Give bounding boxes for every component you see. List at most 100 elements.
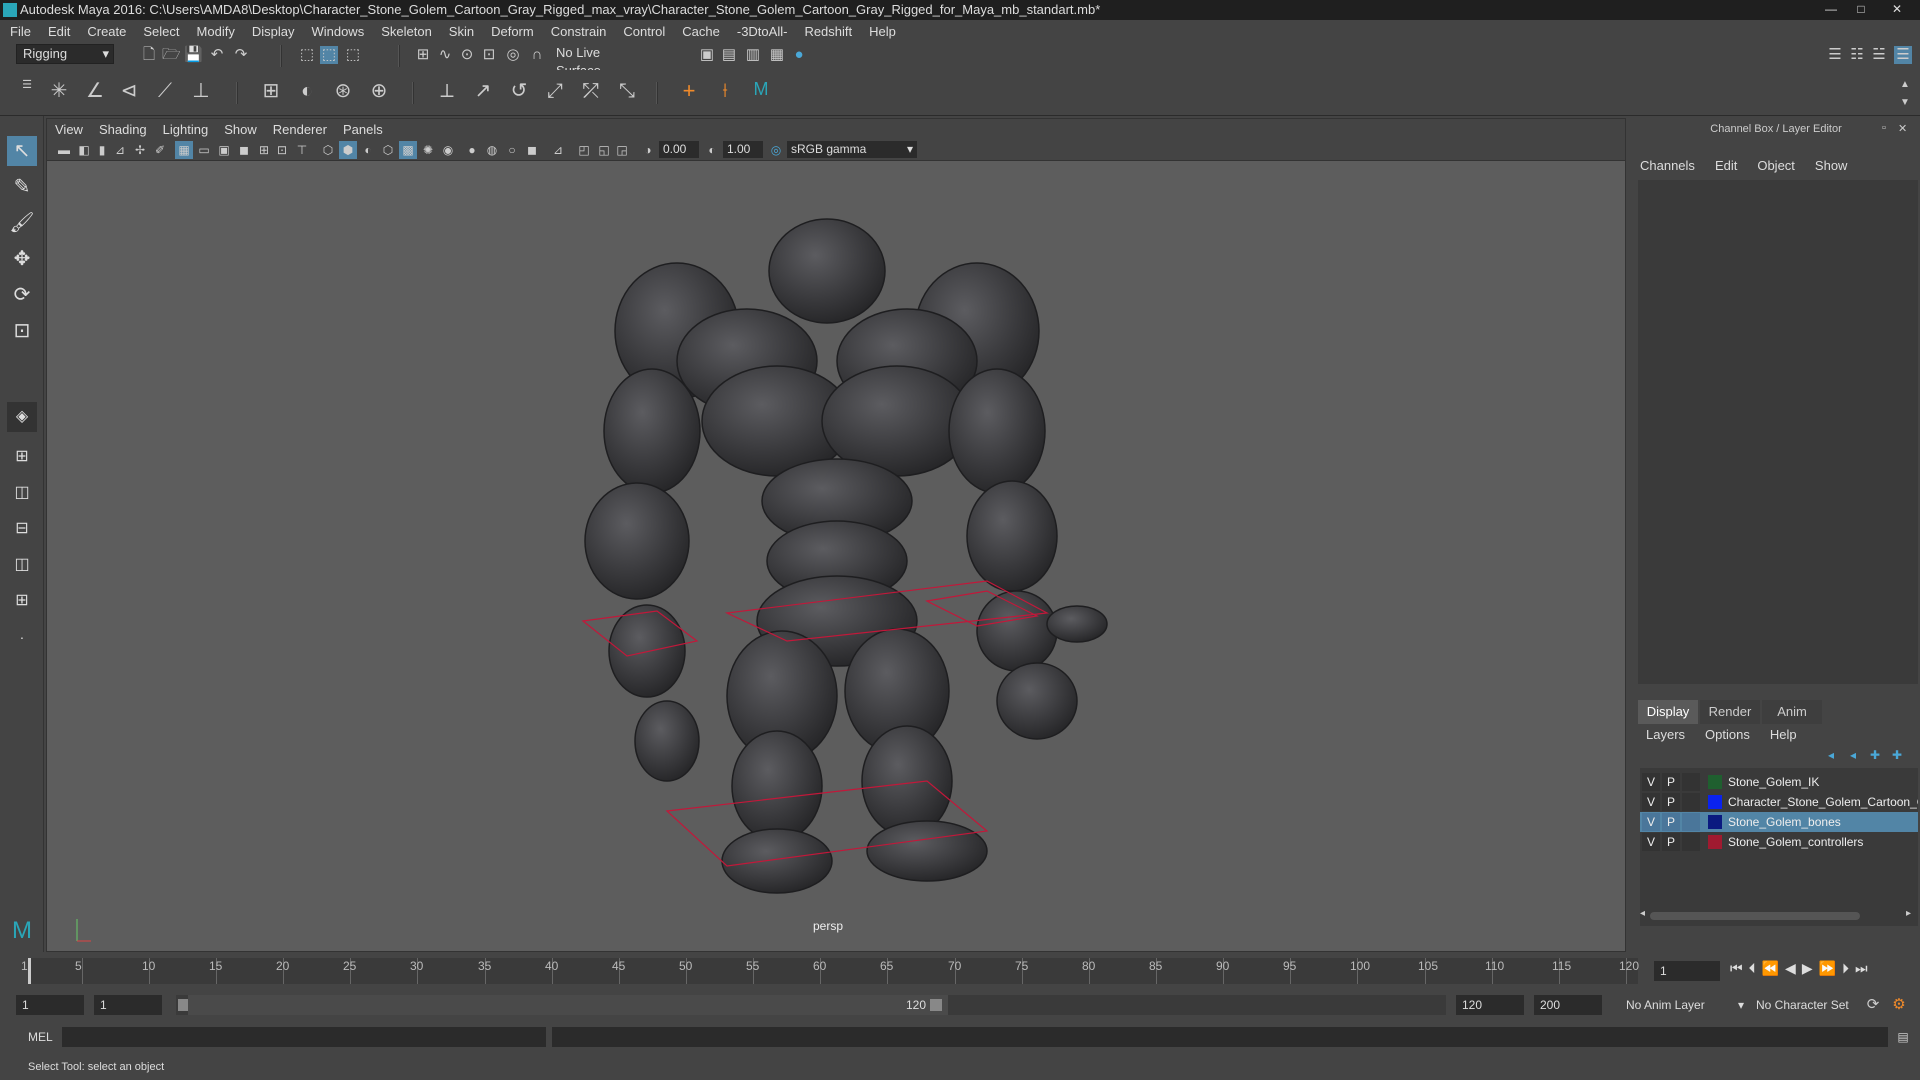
float-panel-icon[interactable]: ▫ <box>1882 122 1886 134</box>
scroll-down-icon[interactable]: ▼ <box>1896 94 1914 112</box>
cluster-icon[interactable]: ⊕ <box>370 81 388 101</box>
move-layer-up-icon[interactable]: ◂ <box>1822 746 1840 764</box>
layer-playback-toggle[interactable]: P <box>1662 813 1680 831</box>
bookmark-icon[interactable]: ▮ <box>93 141 111 159</box>
menu-help[interactable]: Help <box>869 24 896 39</box>
layer-list-scrollbar[interactable] <box>1650 912 1860 920</box>
select-object-icon[interactable]: ⬚ <box>320 46 338 64</box>
play-forward-icon[interactable]: ▶ <box>1802 960 1813 977</box>
scene-3d-view[interactable] <box>47 161 1625 951</box>
channel-menu-channels[interactable]: Channels <box>1640 158 1695 173</box>
viewport-menu-view[interactable]: View <box>55 122 83 137</box>
time-ruler[interactable]: 1 5 10 15 20 25 30 35 40 45 50 55 60 65 70 75 80 85 90 95 10… <box>21 958 1639 984</box>
go-to-end-icon[interactable]: ⏭ <box>1855 960 1868 977</box>
play-backward-icon[interactable]: ◀ <box>1785 960 1796 977</box>
layer-menu-options[interactable]: Options <box>1705 727 1750 742</box>
modeling-toolkit-toggle-icon[interactable]: ☱ <box>1870 46 1888 64</box>
wireframe-on-shaded-icon[interactable]: ⬡ <box>379 141 397 159</box>
persp-outliner-icon[interactable]: ◫ <box>7 478 37 508</box>
ik-handle-icon[interactable]: ∠ <box>86 81 104 101</box>
viewport-menu-shading[interactable]: Shading <box>99 122 147 137</box>
layer-visibility-toggle[interactable]: V <box>1642 813 1660 831</box>
scroll-left-icon[interactable]: ◂ <box>1640 908 1645 919</box>
snap-magnet-icon[interactable]: ∩ <box>528 46 546 64</box>
close-panel-icon[interactable]: ✕ <box>1898 122 1907 135</box>
grid-icon[interactable]: ▦ <box>175 141 193 159</box>
range-slider[interactable]: 1 120 <box>176 995 1446 1015</box>
bind-skin-icon[interactable]: ⊞ <box>262 81 280 101</box>
scale-constraint-icon[interactable]: ⤢ <box>546 81 564 101</box>
current-frame-field[interactable]: 1 <box>1654 961 1720 981</box>
viewport-menu-show[interactable]: Show <box>224 122 257 137</box>
layer-display-type-toggle[interactable] <box>1682 773 1700 791</box>
auto-key-icon[interactable]: ⟳ <box>1864 996 1882 1014</box>
layer-display-type-toggle[interactable] <box>1682 813 1700 831</box>
snap-curve-icon[interactable]: ∿ <box>436 46 454 64</box>
menu-select[interactable]: Select <box>143 24 179 39</box>
undo-icon[interactable]: ↶ <box>208 46 226 64</box>
move-tool-icon[interactable]: ✥ <box>7 244 37 274</box>
channel-menu-show[interactable]: Show <box>1815 158 1848 173</box>
point-constraint-icon[interactable]: ⟂ <box>438 81 456 101</box>
snap-point-icon[interactable]: ⊙ <box>458 46 476 64</box>
ik-spline-icon[interactable]: ⊲ <box>120 81 138 101</box>
render-settings-icon[interactable]: ▦ <box>768 46 786 64</box>
character-set-dropdown[interactable]: No Character Set <box>1750 995 1870 1015</box>
scale-tool-icon[interactable]: ⊡ <box>7 316 37 346</box>
live-surface-field[interactable]: No Live Surface <box>550 44 646 78</box>
new-scene-icon[interactable]: 🗋 <box>140 46 158 64</box>
layer-playback-toggle[interactable]: P <box>1662 773 1680 791</box>
layer-row[interactable]: V P Character_Stone_Golem_Cartoon_G <box>1640 792 1918 812</box>
menu-file[interactable]: File <box>10 24 31 39</box>
layer-row[interactable]: V P Stone_Golem_controllers <box>1640 832 1918 852</box>
joint-tool-icon[interactable]: ✳ <box>50 81 68 101</box>
lasso-tool-icon[interactable]: ✎ <box>7 172 37 202</box>
orient-constraint-icon[interactable]: ↺ <box>510 81 528 101</box>
stone-golem-model[interactable] <box>584 218 1108 894</box>
grease-pencil-icon[interactable]: ✐ <box>151 141 169 159</box>
paint-select-tool-icon[interactable]: 🖌 <box>7 208 37 238</box>
persp-hypershade-icon[interactable]: ◫ <box>7 550 37 580</box>
range-slider-fill[interactable] <box>188 995 948 1015</box>
render-view-icon[interactable]: ▣ <box>698 46 716 64</box>
shelf-tabs-icon[interactable]: ☰ <box>18 76 36 94</box>
go-to-start-icon[interactable]: ⏮ <box>1730 960 1743 977</box>
maximize-button[interactable]: □ <box>1848 0 1874 18</box>
motion-blur-icon[interactable]: ◍ <box>483 141 501 159</box>
gate-mask-icon[interactable]: ◼ <box>235 141 253 159</box>
scroll-right-icon[interactable]: ▸ <box>1906 908 1911 919</box>
menu-edit[interactable]: Edit <box>48 24 70 39</box>
menu-redshift[interactable]: Redshift <box>804 24 852 39</box>
parent-constraint-icon[interactable]: ⤱ <box>582 81 600 101</box>
step-back-frame-icon[interactable]: ⏴ <box>1749 960 1756 977</box>
select-hierarchy-icon[interactable]: ⬚ <box>298 46 316 64</box>
layer-menu-layers[interactable]: Layers <box>1646 727 1685 742</box>
close-button[interactable]: ✕ <box>1878 0 1916 18</box>
layer-visibility-toggle[interactable]: V <box>1642 793 1660 811</box>
anim-layer-dropdown[interactable]: No Anim Layer ▾ <box>1620 995 1746 1015</box>
step-forward-frame-icon[interactable]: ⏵ <box>1842 960 1849 977</box>
safe-action-icon[interactable]: ⊡ <box>273 141 291 159</box>
menu-control[interactable]: Control <box>623 24 665 39</box>
persp-node-editor-icon[interactable]: ⊞ <box>7 586 37 616</box>
tool-settings-toggle-icon[interactable]: ☷ <box>1848 46 1866 64</box>
render-current-icon[interactable]: ▤ <box>720 46 738 64</box>
insert-joint-icon[interactable]: ⟋ <box>156 81 174 101</box>
ipr-render-icon[interactable]: ▥ <box>744 46 762 64</box>
all-lights-icon[interactable]: ✺ <box>419 141 437 159</box>
two-d-pan-icon[interactable]: ✢ <box>131 141 149 159</box>
select-component-icon[interactable]: ⬚ <box>344 46 362 64</box>
camera-attributes-icon[interactable]: ◧ <box>75 141 93 159</box>
menu-create[interactable]: Create <box>87 24 126 39</box>
viewport-menu-renderer[interactable]: Renderer <box>273 122 327 137</box>
orient-joint-icon[interactable]: ⊥ <box>192 81 210 101</box>
film-gate-icon[interactable]: ▭ <box>195 141 213 159</box>
menu-cache[interactable]: Cache <box>682 24 720 39</box>
pole-vector-icon[interactable]: ⤡ <box>618 81 636 101</box>
open-scene-icon[interactable]: 🗁 <box>162 46 181 64</box>
animation-preferences-icon[interactable]: ⚙ <box>1890 996 1908 1014</box>
layer-menu-help[interactable]: Help <box>1770 727 1797 742</box>
color-management-icon[interactable]: ◎ <box>767 141 785 159</box>
xray-joints-icon[interactable]: ◱ <box>595 141 613 159</box>
layer-row[interactable]: V P Stone_Golem_IK <box>1640 772 1918 792</box>
